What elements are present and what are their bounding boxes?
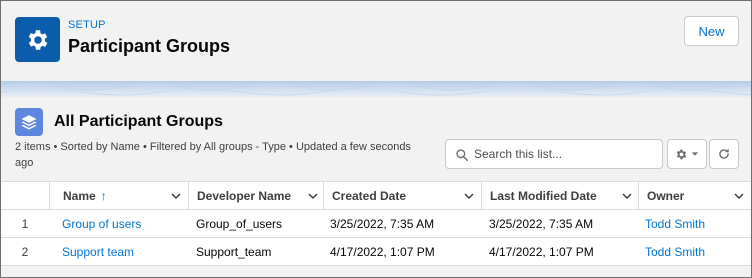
refresh-icon <box>719 148 729 159</box>
data-table: Name ↑ Developer Name Created Date Last … <box>1 181 751 266</box>
owner-link[interactable]: Todd Smith <box>645 238 705 265</box>
list-meta-info: 2 items • Sorted by Name • Filtered by A… <box>15 141 411 169</box>
last-modified-date-cell: 4/17/2022, 1:07 PM <box>489 244 594 259</box>
gear-icon <box>676 149 687 159</box>
refresh-button[interactable] <box>709 139 739 169</box>
developer-name-cell: Support_team <box>196 244 272 259</box>
decorative-band <box>1 81 751 97</box>
stack-icon <box>15 108 43 136</box>
table-header: Name ↑ Developer Name Created Date Last … <box>1 181 751 210</box>
chevron-down-icon[interactable] <box>463 190 475 202</box>
row-number: 2 <box>21 244 29 259</box>
column-header-created-date[interactable]: Created Date <box>323 182 481 210</box>
column-header-name[interactable]: Name ↑ <box>49 182 188 210</box>
chevron-down-icon[interactable] <box>170 190 182 202</box>
chevron-down-icon[interactable] <box>621 190 633 202</box>
new-button[interactable]: New <box>684 16 739 46</box>
search-box[interactable] <box>445 139 663 169</box>
developer-name-cell: Group_of_users <box>196 216 283 231</box>
chevron-down-icon <box>691 152 699 156</box>
column-header-developer-name[interactable]: Developer Name <box>188 182 323 210</box>
list-title: All Participant Groups <box>54 113 223 130</box>
list-view: All Participant Groups 2 items • Sorted … <box>1 97 751 277</box>
search-icon <box>456 149 469 162</box>
column-header-last-modified-date[interactable]: Last Modified Date <box>481 182 638 210</box>
chevron-down-icon[interactable] <box>733 190 745 202</box>
created-date-cell: 4/17/2022, 1:07 PM <box>330 244 435 259</box>
page-title: Participant Groups <box>68 36 231 56</box>
column-header-label: Created Date <box>332 189 407 203</box>
row-number-header <box>1 182 49 210</box>
chevron-down-icon[interactable] <box>307 190 319 202</box>
column-header-label: Developer Name <box>197 189 292 203</box>
search-input[interactable] <box>474 144 654 164</box>
column-header-label: Owner <box>647 189 685 203</box>
list-settings-button[interactable] <box>667 139 707 169</box>
sort-ascending-icon: ↑ <box>100 189 107 203</box>
table-row: 1 Group of users Group_of_users 3/25/202… <box>1 210 751 238</box>
setup-header: SETUP Participant Groups New <box>1 1 751 81</box>
table-row: 2 Support team Support_team 4/17/2022, 1… <box>1 238 751 266</box>
name-link[interactable]: Support team <box>62 238 134 265</box>
last-modified-date-cell: 3/25/2022, 7:35 AM <box>489 216 594 231</box>
name-link[interactable]: Group of users <box>62 210 141 237</box>
column-header-label: Name <box>63 189 96 203</box>
column-header-label: Last Modified Date <box>490 189 597 203</box>
row-number: 1 <box>21 216 29 231</box>
owner-link[interactable]: Todd Smith <box>645 210 705 237</box>
section-label: SETUP <box>68 19 106 31</box>
gear-icon <box>15 17 60 62</box>
column-header-owner[interactable]: Owner <box>638 182 751 210</box>
created-date-cell: 3/25/2022, 7:35 AM <box>330 216 435 231</box>
page-frame: SETUP Participant Groups New All Partici… <box>0 0 752 278</box>
